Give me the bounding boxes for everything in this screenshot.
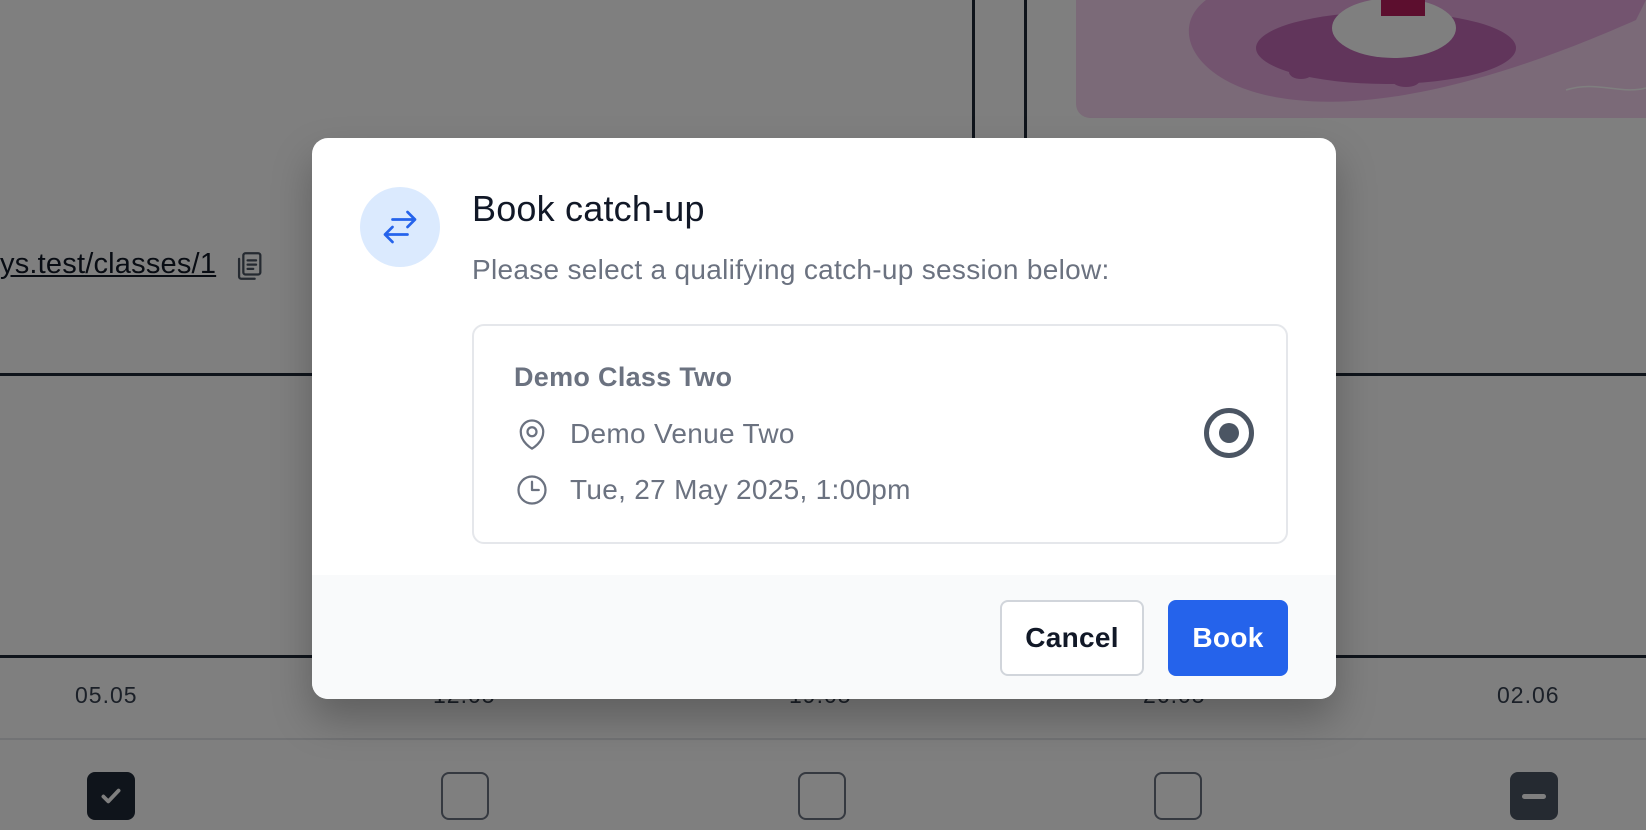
book-button[interactable]: Book [1168, 600, 1288, 676]
cancel-button[interactable]: Cancel [1000, 600, 1144, 676]
book-catch-up-modal: Book catch-up Please select a qualifying… [312, 138, 1336, 699]
session-option[interactable]: Demo Class Two Demo Venue Two Tue, 27 Ma… [472, 324, 1288, 544]
session-class-name: Demo Class Two [514, 362, 733, 392]
session-venue-row: Demo Venue Two [514, 414, 795, 454]
modal-title: Book catch-up [472, 188, 705, 229]
session-radio[interactable] [1204, 408, 1254, 458]
radio-selected-dot [1219, 423, 1239, 443]
session-venue: Demo Venue Two [570, 418, 795, 449]
clock-icon [517, 475, 547, 505]
arrows-right-left-icon [383, 210, 417, 244]
modal-body: Book catch-up Please select a qualifying… [312, 138, 1336, 575]
modal-footer: Cancel Book [312, 575, 1336, 699]
session-datetime: Tue, 27 May 2025, 1:00pm [570, 474, 911, 505]
modal-subtitle: Please select a qualifying catch-up sess… [472, 254, 1110, 285]
modal-icon-circle [360, 187, 440, 267]
session-time-row: Tue, 27 May 2025, 1:00pm [514, 470, 911, 510]
map-pin-icon [519, 419, 545, 450]
